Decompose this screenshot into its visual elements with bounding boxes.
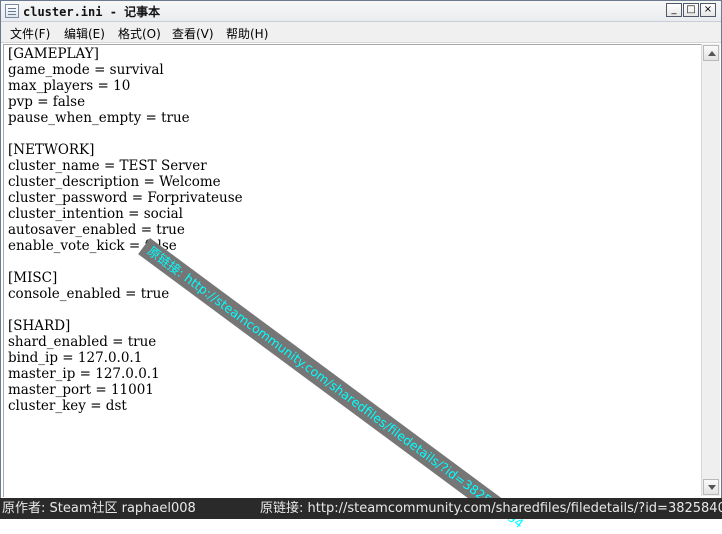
text-editor[interactable]: [GAMEPLAY] game_mode = survival max_play… <box>3 44 701 497</box>
menu-format[interactable]: 格式(O) <box>118 25 161 42</box>
editor-line: max_players = 10 <box>8 78 131 94</box>
editor-line: bind_ip = 127.0.0.1 <box>8 350 143 366</box>
editor-line: cluster_key = dst <box>8 398 127 414</box>
editor-line: game_mode = survival <box>8 62 164 78</box>
editor-line: cluster_description = Welcome <box>8 174 221 190</box>
menu-view[interactable]: 查看(V) <box>172 25 214 42</box>
maximize-button[interactable]: □ <box>683 3 699 17</box>
editor-line: cluster_name = TEST Server <box>8 158 207 174</box>
close-button[interactable]: × <box>700 3 716 17</box>
editor-line: [MISC] <box>8 270 58 286</box>
footer-author: 原作者: Steam社区 raphael008 <box>2 501 196 516</box>
vertical-scrollbar[interactable] <box>701 44 720 496</box>
editor-line: master_ip = 127.0.0.1 <box>8 366 160 382</box>
editor-line: [GAMEPLAY] <box>8 46 99 62</box>
menu-bar: 文件(F) 编辑(E) 格式(O) 查看(V) 帮助(H) <box>1 22 721 43</box>
editor-line: cluster_password = Forprivateuse <box>8 190 243 206</box>
menu-edit[interactable]: 编辑(E) <box>64 25 105 42</box>
editor-line: autosaver_enabled = true <box>8 222 185 238</box>
editor-line: shard_enabled = true <box>8 334 157 350</box>
window-title: cluster.ini - 记事本 <box>23 5 161 19</box>
editor-line: pause_when_empty = true <box>8 110 190 126</box>
scroll-down-arrow-icon <box>708 485 716 490</box>
minimize-button[interactable]: _ <box>666 3 682 17</box>
menu-help[interactable]: 帮助(H) <box>226 25 268 42</box>
editor-line: pvp = false <box>8 94 86 110</box>
scroll-up-arrow-icon <box>708 51 716 56</box>
menu-file[interactable]: 文件(F) <box>10 25 50 42</box>
editor-line: [NETWORK] <box>8 142 95 158</box>
footer-bar: 原作者: Steam社区 raphael008 原链接: http://stea… <box>0 498 722 519</box>
editor-line: master_port = 11001 <box>8 382 154 398</box>
editor-line: console_enabled = true <box>8 286 170 302</box>
editor-line: cluster_intention = social <box>8 206 183 222</box>
footer-source-link: 原链接: http://steamcommunity.com/sharedfil… <box>260 501 722 516</box>
notepad-window: cluster.ini - 记事本 _ □ × 文件(F) 编辑(E) 格式(O… <box>0 0 722 519</box>
scroll-down-button[interactable] <box>703 479 719 495</box>
title-bar[interactable]: cluster.ini - 记事本 _ □ × <box>1 1 721 22</box>
scroll-up-button[interactable] <box>703 45 719 61</box>
notepad-app-icon[interactable] <box>5 4 19 18</box>
editor-line: [SHARD] <box>8 318 71 334</box>
